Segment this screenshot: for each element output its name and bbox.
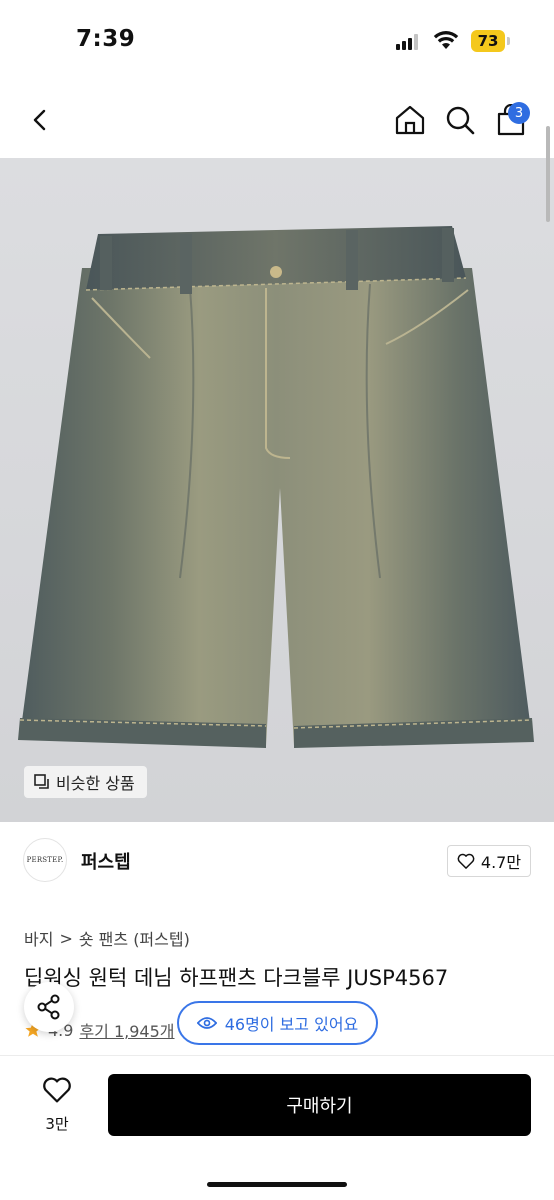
product-title: 딥워싱 원턱 데님 하프팬츠 다크블루 JUSP4567 [24, 966, 449, 990]
wishlist-button[interactable]: 3만 [30, 1076, 84, 1134]
reviews-link[interactable]: 후기 1,945개 [79, 1018, 174, 1042]
brand-row: PERSTEP. 퍼스텝 4.7만 [0, 822, 554, 906]
viewers-badge: 46명이 보고 있어요 [177, 1001, 378, 1045]
similar-products-label: 비슷한 상품 [56, 774, 135, 793]
brand-like-button[interactable]: 4.7만 [447, 845, 531, 877]
similar-items-icon [34, 774, 49, 789]
status-time: 7:39 [76, 26, 136, 52]
wishlist-count: 3만 [45, 1115, 69, 1133]
heart-icon [457, 853, 475, 869]
scrollbar[interactable] [546, 126, 550, 222]
heart-icon [43, 1077, 71, 1103]
denim-shorts-illustration [18, 226, 534, 748]
home-icon[interactable] [388, 98, 432, 142]
brand-like-count: 4.7만 [480, 853, 522, 872]
breadcrumb-separator: > [59, 928, 73, 948]
home-indicator [207, 1182, 347, 1187]
share-button[interactable] [24, 982, 74, 1032]
cart-count-badge: 3 [508, 102, 530, 124]
eye-icon [196, 1017, 217, 1029]
bottom-bar: 3만 구매하기 [0, 1055, 554, 1200]
cellular-signal-icon [396, 34, 420, 50]
top-nav [0, 84, 554, 158]
battery-indicator: 73 [471, 30, 505, 52]
search-icon[interactable] [438, 98, 482, 142]
wifi-icon [433, 31, 459, 49]
status-bar: 7:39 73 [0, 0, 554, 84]
breadcrumb-item-shorts[interactable]: 숏 팬츠 (퍼스텝) [79, 926, 190, 950]
share-icon [37, 994, 60, 1020]
breadcrumb: 바지 > 숏 팬츠 (퍼스텝) [24, 926, 190, 950]
similar-products-button[interactable]: 비슷한 상품 [24, 766, 147, 798]
brand-logo[interactable]: PERSTEP. [23, 838, 67, 882]
brand-name[interactable]: 퍼스텝 [81, 848, 131, 874]
product-image[interactable] [0, 158, 554, 822]
battery-tip [507, 37, 510, 45]
viewers-label: 46명이 보고 있어요 [224, 1015, 359, 1034]
buy-button[interactable]: 구매하기 [108, 1074, 531, 1136]
back-icon[interactable] [18, 98, 62, 142]
breadcrumb-item-pants[interactable]: 바지 [24, 926, 53, 950]
